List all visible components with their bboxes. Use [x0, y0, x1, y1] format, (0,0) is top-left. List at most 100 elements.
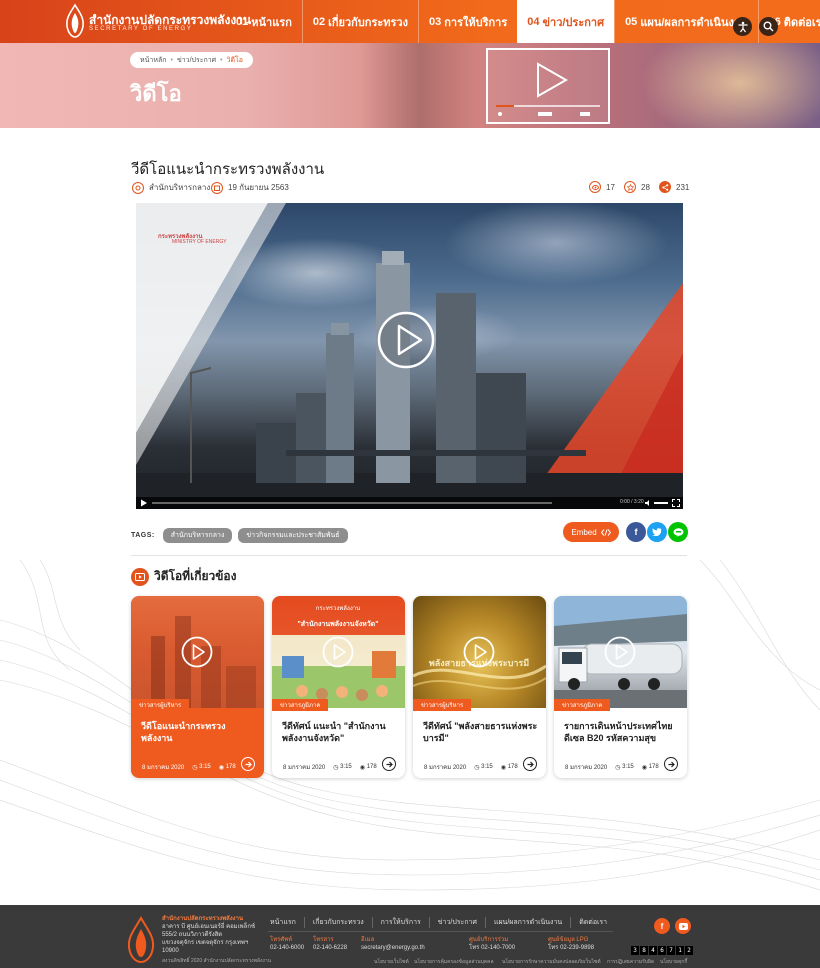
- share-count[interactable]: 231: [659, 181, 689, 193]
- banner-player-illustration: [486, 48, 610, 124]
- card-views: 178: [225, 764, 236, 770]
- card-play-icon[interactable]: [322, 636, 354, 668]
- card-category: ข่าวสารผู้บริหาร: [413, 699, 472, 711]
- like-count[interactable]: 28: [624, 181, 650, 193]
- footer-address-line: อาคาร บี ศูนย์เอนเนอร์ยี่ คอมเพล็กซ์: [162, 924, 256, 930]
- search-icon[interactable]: [759, 17, 778, 36]
- page-banner: หน้าหลัก • ข่าว/ประกาศ • วิดีโอ วิดีโอ: [0, 43, 820, 128]
- clock-icon: ◷: [474, 764, 480, 771]
- play-small-icon[interactable]: [140, 499, 148, 507]
- card-date: 8 มกราคม 2020: [565, 765, 608, 771]
- flame-logo-icon: [66, 3, 84, 38]
- breadcrumb-home[interactable]: หน้าหลัก: [140, 55, 166, 66]
- email-label: อีเมล: [361, 937, 375, 943]
- counter-digit: 4: [649, 946, 657, 955]
- card-play-icon[interactable]: [181, 636, 213, 668]
- play-button-icon[interactable]: [376, 310, 436, 370]
- card-thumbnail: [131, 596, 264, 708]
- accessibility-icon[interactable]: [733, 17, 752, 36]
- card-category: ข่าวสารผู้บริหาร: [131, 699, 190, 711]
- card-meta: 8 มกราคม 2020 ◷ 3:15 ◉ 178: [424, 762, 518, 772]
- email-value[interactable]: secretary@energy.go.th: [361, 944, 425, 952]
- card-date: 8 มกราคม 2020: [283, 765, 326, 771]
- video-player[interactable]: กระทรวงพลังงาน MINISTRY OF ENERGY 0:00 /…: [136, 203, 683, 509]
- menu-item-services[interactable]: 03 การให้บริการ: [417, 0, 517, 43]
- line-share-icon[interactable]: [668, 522, 688, 542]
- card-category: ข่าวสารภูมิภาค: [272, 699, 329, 711]
- footer-bottom-link[interactable]: นโยบายเว็บไซต์: [374, 958, 409, 966]
- fullscreen-icon[interactable]: [672, 499, 680, 507]
- footer-bottom-link[interactable]: นโยบายการคุ้มครองข้อมูลส่วนบุคคล: [414, 958, 494, 966]
- footer-bottom-link[interactable]: นโยบายคุกกี้: [660, 958, 687, 966]
- tag-chip[interactable]: ข่าวกิจกรรมและประชาสัมพันธ์: [238, 528, 348, 543]
- footer-address: สำนักงานปลัดกระทรวงพลังงาน อาคาร บี ศูนย…: [162, 915, 262, 955]
- tag-chip[interactable]: สำนักบริหารกลาง: [162, 528, 233, 543]
- footer-link[interactable]: แผน/ผลการดำเนินงาน: [484, 917, 570, 928]
- video-card[interactable]: พลังสายธารแห่งพระบารมี ข่าวสารผู้บริหาร …: [413, 596, 546, 778]
- video-progress-bar[interactable]: [152, 502, 552, 504]
- youtube-icon[interactable]: [675, 918, 691, 934]
- footer-email: อีเมล secretary@energy.go.th: [361, 936, 425, 952]
- eye-icon: [589, 181, 601, 193]
- card-meta: 8 มกราคม 2020 ◷ 3:15 ◉ 178: [283, 762, 377, 772]
- site-logo[interactable]: สำนักงานปลัดกระทรวงพลังงาน SECRETARY OF …: [64, 3, 251, 39]
- arrow-right-icon[interactable]: [523, 757, 537, 771]
- breadcrumb-separator: •: [170, 56, 173, 64]
- arrow-right-icon[interactable]: [382, 757, 396, 771]
- footer-flame-logo-icon: [127, 916, 155, 964]
- tags-label: TAGS:: [131, 532, 155, 539]
- footer-menu: หน้าแรก เกี่ยวกับกระทรวง การให้บริการ ข่…: [268, 917, 615, 928]
- eye-icon: ◉: [500, 764, 507, 771]
- article-title: วีดีโอแนะนำกระทรวงพลังงาน: [131, 161, 325, 178]
- embed-button[interactable]: Embed: [563, 522, 619, 542]
- facebook-share-icon[interactable]: f: [626, 522, 646, 542]
- article-source-text: สำนักบริหารกลาง: [149, 183, 211, 192]
- svg-text:"สำนักงานพลังงานจังหวัด": "สำนักงานพลังงานจังหวัด": [297, 620, 378, 628]
- footer-bottom-link[interactable]: นโยบายการรักษาความมั่นคงปลอดภัยเว็บไซต์: [502, 958, 601, 966]
- section-divider: [131, 555, 687, 556]
- card-thumbnail: พลังสายธารแห่งพระบารมี: [413, 596, 546, 708]
- counter-digit: 2: [685, 946, 693, 955]
- video-time: 0:00 / 3:20: [620, 499, 644, 505]
- related-videos-header: วิดีโอที่เกี่ยวข้อง: [131, 567, 237, 586]
- footer-link[interactable]: ข่าว/ประกาศ: [428, 917, 485, 928]
- facebook-icon[interactable]: f: [654, 918, 670, 934]
- footer-link[interactable]: ติดต่อเรา: [570, 917, 615, 928]
- decorative-wave-lines: [0, 560, 820, 891]
- visitor-counter: 3 8 4 6 7 1 2: [631, 946, 694, 955]
- video-card[interactable]: ข่าวสารภูมิภาค รายการเดินหน้าประเทศไทย ด…: [554, 596, 687, 778]
- card-title[interactable]: วีดีทัศน์ "พลังสายธารแห่งพระบารมี": [423, 720, 538, 744]
- menu-item-news[interactable]: 04 ข่าว/ประกาศ: [517, 0, 615, 43]
- card-play-icon[interactable]: [463, 636, 495, 668]
- video-section-icon: [131, 567, 149, 586]
- video-card[interactable]: กระทรวงพลังงาน "สำนักงานพลังงานจังหวัด" …: [272, 596, 405, 778]
- card-duration: 3:15: [481, 764, 493, 770]
- footer-service-center: ศูนย์บริการร่วม โทร 02-140-7000: [469, 936, 515, 952]
- menu-item-about[interactable]: 02 เกี่ยวกับกระทรวง: [301, 0, 418, 43]
- clock-icon: ◷: [333, 764, 339, 771]
- menu-item-home[interactable]: 01 หน้าแรก: [226, 0, 302, 43]
- twitter-share-icon[interactable]: [647, 522, 667, 542]
- card-title[interactable]: วีดีทัศน์ แนะนำ "สำนักงานพลังงานจังหวัด": [282, 720, 397, 744]
- footer-bottom-link[interactable]: การปฏิเสธความรับผิด: [607, 958, 654, 966]
- card-title[interactable]: รายการเดินหน้าประเทศไทย ดีเซล B20 รหัสคว…: [564, 720, 679, 744]
- footer-phone: โทรศัพท์ 02-140-6000: [270, 936, 304, 952]
- footer-link[interactable]: การให้บริการ: [371, 917, 429, 928]
- phone-label: โทรศัพท์: [270, 937, 293, 943]
- eye-icon: ◉: [641, 764, 648, 771]
- arrow-right-icon[interactable]: [241, 757, 255, 771]
- footer-link[interactable]: หน้าแรก: [268, 917, 304, 928]
- volume-slider[interactable]: [654, 502, 668, 504]
- breadcrumb-news[interactable]: ข่าว/ประกาศ: [177, 55, 216, 66]
- star-icon: [624, 181, 636, 193]
- share-count-value: 231: [676, 182, 690, 192]
- card-play-icon[interactable]: [604, 636, 636, 668]
- site-footer: สำนักงานปลัดกระทรวงพลังงาน อาคาร บี ศูนย…: [0, 905, 820, 968]
- arrow-right-icon[interactable]: [664, 757, 678, 771]
- lpg-phone: โทร 02-239-9898: [548, 945, 595, 951]
- card-title[interactable]: วีดีโอแนะนำกระทรวงพลังงาน: [141, 720, 256, 744]
- tags-row: TAGS: สำนักบริหารกลาง ข่าวกิจกรรมและประช…: [131, 528, 354, 543]
- footer-link[interactable]: เกี่ยวกับกระทรวง: [303, 917, 372, 928]
- volume-icon[interactable]: [644, 499, 652, 507]
- video-card[interactable]: ข่าวสารผู้บริหาร วีดีโอแนะนำกระทรวงพลังง…: [131, 596, 264, 778]
